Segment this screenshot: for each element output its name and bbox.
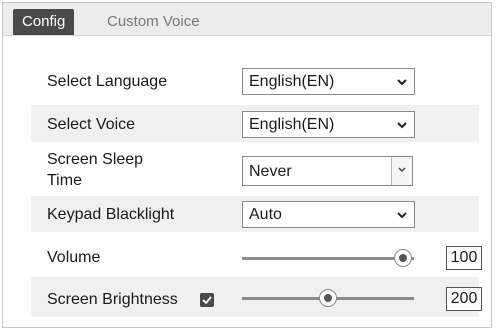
chevron-down-icon [397, 122, 407, 129]
voice-select-value: English(EN) [249, 116, 335, 133]
sleep-time-select[interactable]: Never [242, 156, 413, 186]
voice-select[interactable]: English(EN) [242, 111, 415, 138]
language-select[interactable]: English(EN) [242, 68, 415, 95]
dropdown-button[interactable] [391, 157, 412, 185]
screen-sleep-label-line2: Time [47, 172, 82, 189]
checkmark-icon [202, 296, 212, 305]
tab-custom-voice[interactable]: Custom Voice [98, 9, 209, 35]
brightness-slider-thumb[interactable] [319, 289, 337, 307]
select-language-label: Select Language [47, 73, 168, 90]
chevron-down-icon [398, 167, 406, 173]
chevron-down-icon [397, 79, 407, 86]
sleep-time-select-value: Never [249, 163, 292, 180]
language-select-value: English(EN) [249, 73, 335, 90]
chevron-down-icon [397, 212, 407, 219]
brightness-value-box[interactable]: 200 [446, 287, 482, 311]
volume-label: Volume [47, 249, 101, 266]
volume-slider-thumb[interactable] [394, 249, 412, 267]
keypad-blacklight-select[interactable]: Auto [242, 201, 415, 228]
keypad-blacklight-label: Keypad Blacklight [47, 206, 175, 223]
tab-config[interactable]: Config [13, 9, 75, 35]
volume-slider-track[interactable] [242, 257, 414, 260]
tab-bar: Config Custom Voice [3, 3, 491, 36]
volume-value-box[interactable]: 100 [446, 246, 482, 270]
select-voice-label: Select Voice [47, 116, 136, 133]
screen-brightness-label: Screen Brightness [47, 291, 178, 308]
brightness-checkbox[interactable] [200, 293, 214, 307]
screen-sleep-label-line1: Screen Sleep [47, 151, 144, 168]
keypad-blacklight-select-value: Auto [249, 206, 282, 223]
